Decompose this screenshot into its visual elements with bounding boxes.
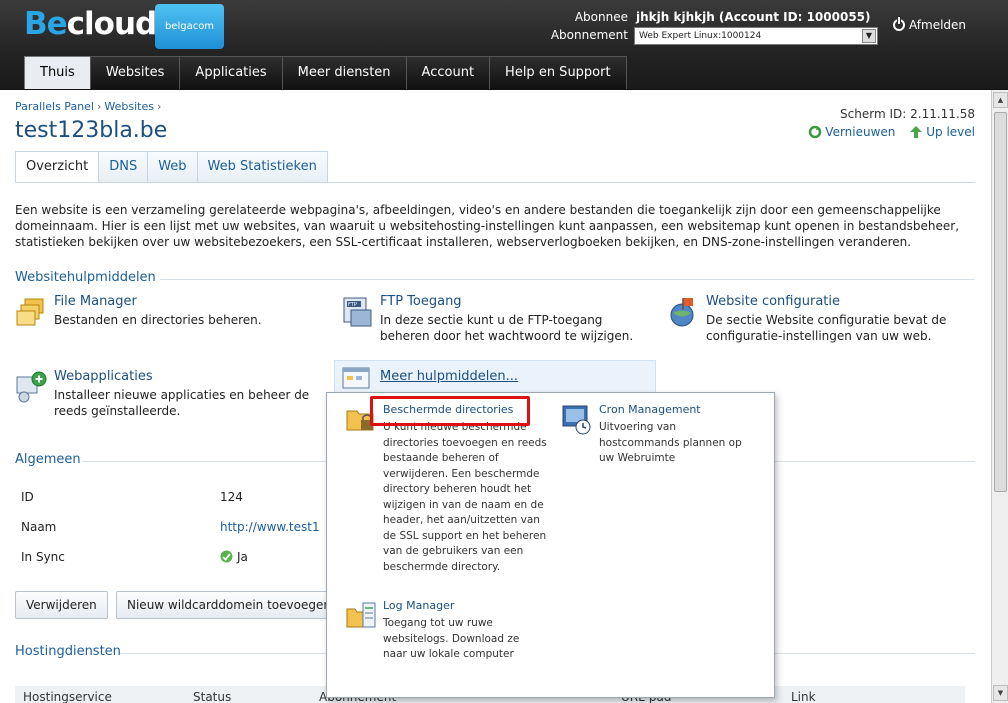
nav-tab-help-support[interactable]: Help en Support <box>489 56 627 89</box>
tab-web[interactable]: Web <box>147 151 198 183</box>
power-icon <box>893 17 905 31</box>
id-value: 124 <box>220 490 243 504</box>
popup-item-name[interactable]: Beschermde directories <box>383 403 513 416</box>
more-tools-popup: Beschermde directories U kunt nieuwe bes… <box>326 392 775 698</box>
subscription-select[interactable]: Web Expert Linux:1000124 ▼ <box>634 27 878 45</box>
logout-label: Afmelden <box>909 18 967 32</box>
subscription-select-value: Web Expert Linux:1000124 <box>639 31 762 41</box>
up-arrow-icon <box>910 126 923 138</box>
globe-settings-icon <box>670 298 694 327</box>
delete-button[interactable]: Verwijderen <box>15 591 108 619</box>
becloud-logo[interactable]: Becloud <box>24 6 158 42</box>
sub-tabs: Overzicht DNS Web Web Statistieken <box>15 151 328 183</box>
chevron-down-icon[interactable]: ▼ <box>862 29 876 43</box>
tool-name[interactable]: FTP Toegang <box>380 294 462 309</box>
nav-tab-applicaties[interactable]: Applicaties <box>179 56 283 89</box>
breadcrumb-parallels-panel[interactable]: Parallels Panel <box>15 100 94 113</box>
tool-description: In deze sectie kunt u de FTP-toegang beh… <box>380 313 634 343</box>
svg-text:FTP: FTP <box>348 302 357 308</box>
section-heading-tools: Websitehulpmiddelen <box>15 270 156 285</box>
column-status[interactable]: Status <box>193 690 231 703</box>
tool-description: Installeer nieuwe applicaties en beheer … <box>54 388 310 418</box>
scroll-up-icon[interactable]: ▲ <box>993 92 1008 108</box>
subscription-label: Abonnement <box>550 28 628 42</box>
tab-dns[interactable]: DNS <box>98 151 149 183</box>
scroll-down-icon[interactable]: ▼ <box>993 685 1008 701</box>
nav-tab-account[interactable]: Account <box>405 56 491 89</box>
up-level-link[interactable]: Up level <box>926 125 975 139</box>
screen-id: Scherm ID: 2.11.11.58 <box>840 107 975 121</box>
logo-be-text: Be <box>24 6 68 42</box>
section-heading-general: Algemeen <box>15 452 81 467</box>
breadcrumb-websites[interactable]: Websites <box>104 100 154 113</box>
more-tools-button[interactable]: Meer hulpmiddelen... <box>334 360 656 393</box>
check-icon <box>220 550 233 563</box>
tool-webapplicaties[interactable]: Webapplicaties Installeer nieuwe applica… <box>15 369 315 423</box>
web-apps-icon <box>16 371 47 403</box>
column-hostingservice[interactable]: Hostingservice <box>23 690 112 703</box>
popup-item-log-manager[interactable]: Log Manager Toegang tot uw ruwe websitel… <box>345 599 545 669</box>
popup-item-name[interactable]: Cron Management <box>599 403 701 416</box>
popup-item-description: Toegang tot uw ruwe websitelogs. Downloa… <box>383 617 520 660</box>
folders-icon <box>16 298 44 326</box>
tool-description: De sectie Website configuratie bevat de … <box>706 313 947 343</box>
nav-tab-thuis[interactable]: Thuis <box>24 56 91 89</box>
log-folder-icon <box>346 602 376 628</box>
page-toolbar: Vernieuwen Up level <box>798 125 975 139</box>
nav-tab-websites[interactable]: Websites <box>89 56 181 89</box>
ftp-icon: FTP <box>343 297 372 327</box>
subscriber-value: jhkjh kjhkjh (Account ID: 1000055) <box>636 10 871 24</box>
subscriber-label: Abonnee <box>574 10 628 24</box>
tool-name[interactable]: File Manager <box>54 294 137 309</box>
tab-divider <box>15 182 975 183</box>
name-label: Naam <box>21 520 57 534</box>
belgacom-logo: belgacom <box>155 4 224 49</box>
id-label: ID <box>21 490 34 504</box>
popup-item-description: Uitvoering van hostcommands plannen op u… <box>599 421 742 464</box>
intro-text: Een website is een verzameling gerelatee… <box>15 203 960 249</box>
more-tools-icon <box>342 367 370 389</box>
tool-file-manager[interactable]: File Manager Bestanden en directories be… <box>15 294 315 334</box>
vertical-scrollbar[interactable]: ▲ ▼ <box>991 90 1008 703</box>
refresh-link[interactable]: Vernieuwen <box>825 125 895 139</box>
refresh-icon <box>809 125 822 139</box>
tool-ftp-toegang[interactable]: FTP FTP Toegang In deze sectie kunt u de… <box>341 294 641 348</box>
popup-item-cron-management[interactable]: Cron Management Uitvoering van hostcomma… <box>561 403 761 464</box>
sync-value: Ja <box>220 550 248 564</box>
nav-tab-meer-diensten[interactable]: Meer diensten <box>281 56 407 89</box>
sync-label: In Sync <box>21 550 65 564</box>
protected-folder-icon <box>346 410 374 431</box>
section-divider <box>160 279 975 280</box>
section-heading-hosting: Hostingdiensten <box>15 644 121 659</box>
logo-cloud-text: cloud <box>66 6 158 42</box>
main-navigation: Thuis Websites Applicaties Meer diensten… <box>24 56 627 89</box>
tool-description: Bestanden en directories beheren. <box>54 313 262 327</box>
popup-item-protected-directories[interactable]: Beschermde directories U kunt nieuwe bes… <box>345 403 547 578</box>
add-wildcard-domain-button[interactable]: Nieuw wildcarddomein toevoegen <box>116 591 331 619</box>
logout-link[interactable]: Afmelden <box>893 17 967 32</box>
tool-name[interactable]: Website configuratie <box>706 294 840 309</box>
popup-item-description: U kunt nieuwe beschermde directories toe… <box>383 421 547 573</box>
popup-item-name[interactable]: Log Manager <box>383 599 454 612</box>
tool-website-configuratie[interactable]: Website configuratie De sectie Website c… <box>667 294 977 348</box>
column-link[interactable]: Link <box>791 690 816 703</box>
more-tools-label[interactable]: Meer hulpmiddelen... <box>380 369 518 384</box>
name-link[interactable]: http://www.test1 <box>220 520 320 534</box>
page-title: test123bla.be <box>15 118 168 143</box>
tool-name[interactable]: Webapplicaties <box>54 369 153 384</box>
sync-status: Ja <box>237 550 248 564</box>
tab-web-statistieken[interactable]: Web Statistieken <box>196 151 328 183</box>
tab-overzicht[interactable]: Overzicht <box>15 151 100 183</box>
scroll-thumb[interactable] <box>994 112 1007 492</box>
breadcrumb: Parallels Panel › Websites › <box>15 100 162 113</box>
top-header: Becloud belgacom Abonnee jhkjh kjhkjh (A… <box>0 0 1008 90</box>
cron-clock-icon <box>562 405 591 435</box>
